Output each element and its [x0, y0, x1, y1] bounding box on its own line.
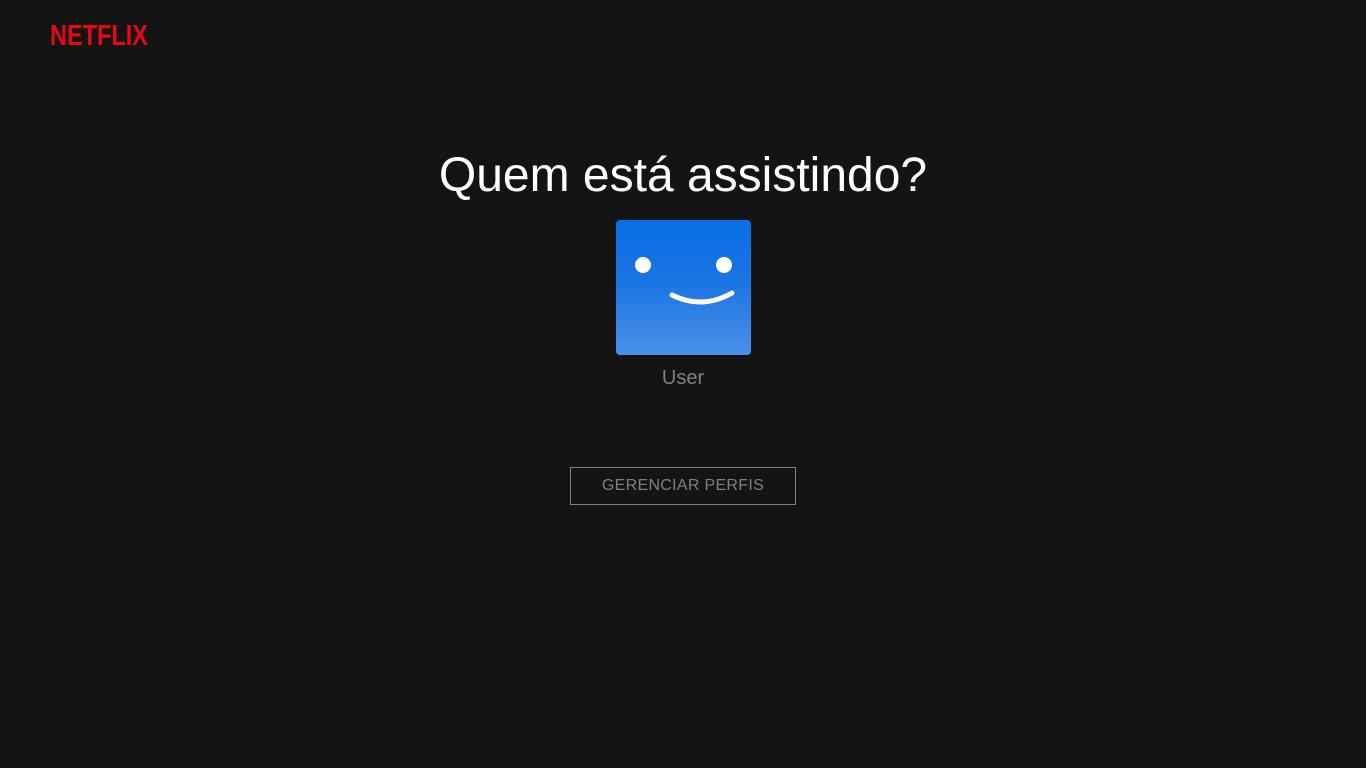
- smiley-face-icon: [616, 220, 751, 355]
- profile-avatar[interactable]: [616, 220, 751, 355]
- page-title: Quem está assistindo?: [438, 149, 928, 202]
- svg-text:NETFLIX: NETFLIX: [50, 20, 149, 48]
- netflix-logo[interactable]: NETFLIX: [50, 18, 150, 48]
- profile-item-user[interactable]: User: [608, 220, 758, 390]
- profile-gate-page: NETFLIX Quem está assistindo? User GEREN…: [0, 0, 1366, 768]
- profile-name: User: [661, 367, 705, 389]
- netflix-logo-icon: NETFLIX: [50, 20, 149, 48]
- manage-profiles-button[interactable]: GERENCIAR PERFIS: [570, 467, 796, 505]
